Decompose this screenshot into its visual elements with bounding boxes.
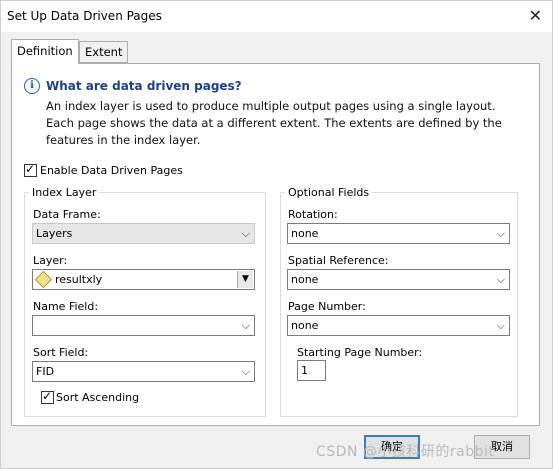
sort-field-value: FID: [36, 365, 55, 378]
info-text-line-3: features in the index layer.: [46, 133, 201, 147]
info-icon: i: [24, 78, 40, 94]
title-bar: Set Up Data Driven Pages ✕: [1, 1, 552, 32]
csdn-watermark: CSDN @小孩科研的rabbit: [316, 444, 495, 460]
name-field-select[interactable]: ⌵: [32, 315, 255, 336]
layer-label: Layer:: [33, 254, 68, 267]
data-frame-value: Layers: [36, 227, 73, 240]
tab-definition[interactable]: Definition: [11, 39, 79, 64]
layer-select[interactable]: resultxly ▼: [32, 269, 255, 290]
sort-field-label: Sort Field:: [33, 346, 89, 359]
page-number-value: none: [291, 319, 319, 332]
info-title: What are data driven pages?: [46, 79, 242, 93]
layer-value: resultxly: [55, 273, 103, 286]
tab-extent[interactable]: Extent: [79, 41, 129, 63]
sort-ascending-checkbox[interactable]: ✓: [41, 389, 54, 404]
checkmark-icon: ✓: [25, 162, 36, 176]
data-frame-label: Data Frame:: [33, 208, 101, 221]
chevron-down-icon: ⌵: [241, 227, 250, 240]
window-title: Set Up Data Driven Pages: [7, 9, 162, 23]
dropdown-arrow-icon[interactable]: ▼: [237, 271, 253, 288]
info-text-line-2: Each page shows the data at a different …: [46, 116, 502, 130]
chevron-down-icon: ⌵: [241, 319, 250, 332]
info-text-line-1: An index layer is used to produce multip…: [46, 99, 496, 113]
close-icon[interactable]: ✕: [529, 6, 542, 26]
spatial-reference-select[interactable]: none ⌵: [287, 269, 510, 290]
page-number-label: Page Number:: [288, 300, 366, 313]
chevron-down-icon: ⌵: [241, 365, 250, 378]
sort-field-select[interactable]: FID ⌵: [32, 361, 255, 382]
starting-page-number-label: Starting Page Number:: [297, 346, 423, 359]
chevron-down-icon: ⌵: [496, 319, 505, 332]
rotation-select[interactable]: none ⌵: [287, 223, 510, 244]
rotation-value: none: [291, 227, 319, 240]
checkmark-icon: ✓: [42, 389, 53, 403]
spatial-reference-value: none: [291, 273, 319, 286]
sort-ascending-label: Sort Ascending: [56, 391, 140, 404]
spatial-reference-label: Spatial Reference:: [288, 254, 389, 267]
rotation-label: Rotation:: [288, 208, 338, 221]
enable-ddp-label: Enable Data Driven Pages: [40, 164, 183, 177]
optional-fields-group-title: Optional Fields: [285, 186, 373, 199]
data-frame-select[interactable]: Layers ⌵: [32, 223, 255, 244]
chevron-down-icon: ⌵: [496, 227, 505, 240]
enable-ddp-checkbox[interactable]: ✓: [24, 162, 37, 177]
polygon-layer-icon: [35, 271, 52, 288]
index-layer-group-title: Index Layer: [29, 186, 100, 199]
starting-page-number-input[interactable]: 1: [297, 360, 326, 381]
chevron-down-icon: ⌵: [496, 273, 505, 286]
name-field-label: Name Field:: [33, 300, 99, 313]
page-number-select[interactable]: none ⌵: [287, 315, 510, 336]
